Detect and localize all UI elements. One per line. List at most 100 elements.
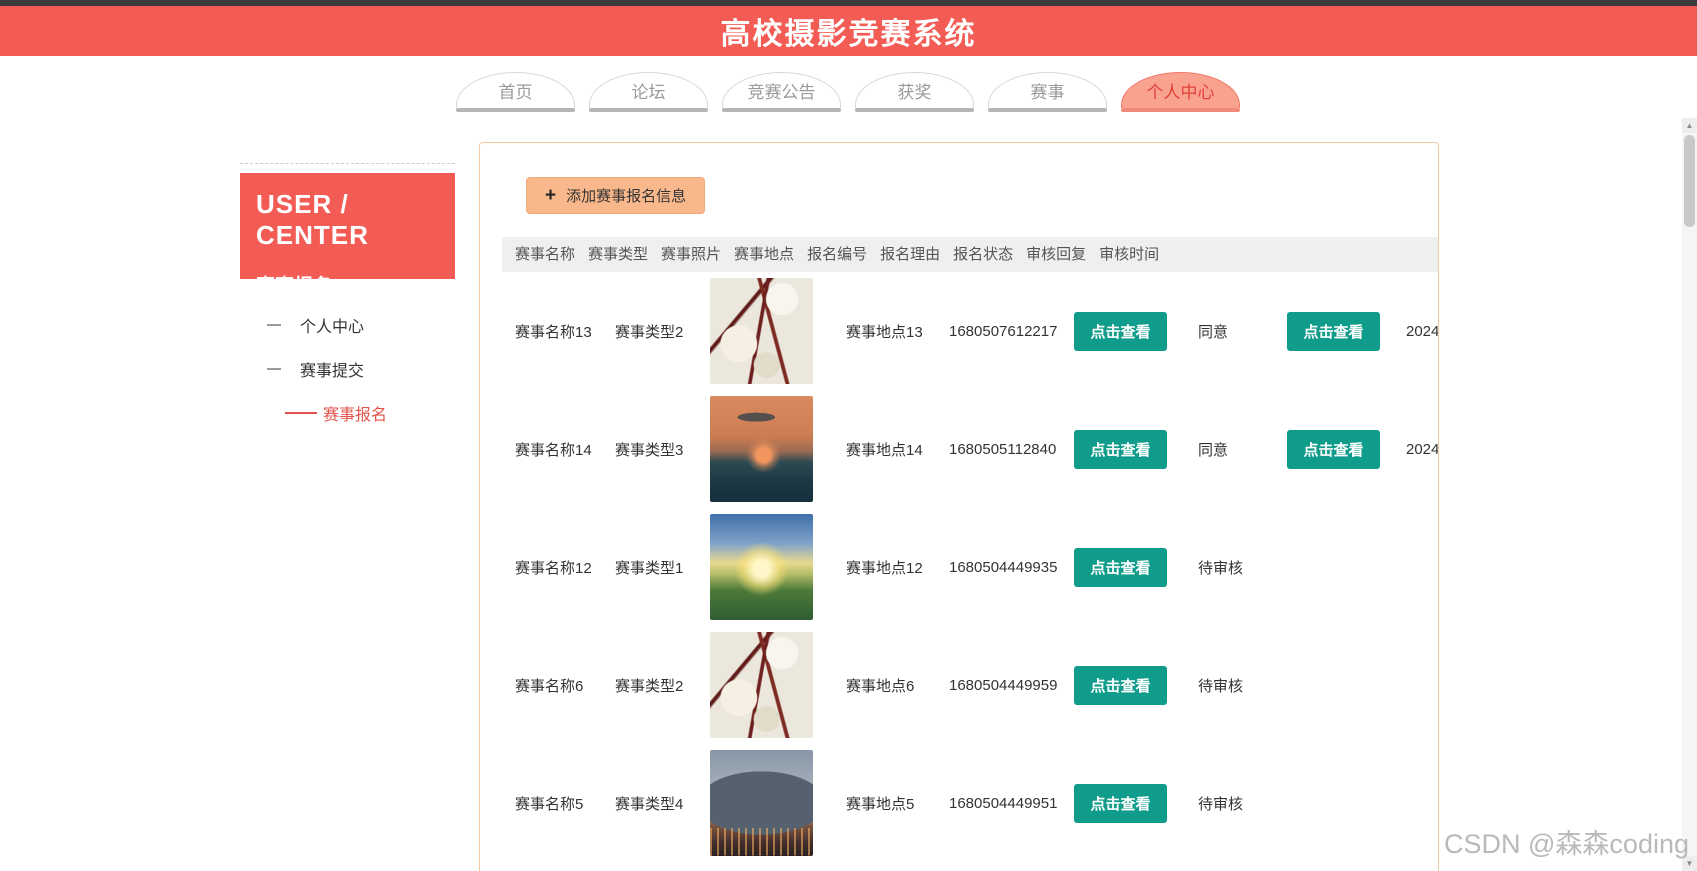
cell-event-type: 赛事类型2 (615, 323, 684, 341)
cell-event-type: 赛事类型3 (615, 441, 684, 459)
user-center-banner: USER / CENTER 赛事报名 (240, 173, 455, 297)
cell-status: 待审核 (1198, 559, 1244, 577)
table-header-cell: 赛事名称 (515, 246, 576, 263)
view-reason-button[interactable]: 点击查看 (1074, 783, 1167, 823)
cell-status: 待审核 (1198, 795, 1244, 813)
cell-reg-number: 1680504449935 (949, 558, 1058, 576)
cell-reply (1274, 546, 1393, 589)
nav-tab[interactable]: 首页 (456, 72, 575, 112)
table-header-cell: 赛事类型 (588, 246, 649, 263)
cell-event-name: 赛事名称13 (515, 323, 592, 341)
cell-event-place: 赛事地点6 (846, 677, 915, 695)
cell-reply (1274, 782, 1393, 825)
nav-tab-underline (855, 108, 974, 112)
dash-icon (267, 368, 281, 370)
event-photo[interactable] (710, 632, 813, 738)
view-reason-button[interactable]: 点击查看 (1074, 429, 1167, 469)
cell-reply: 点击查看 (1274, 311, 1393, 351)
table-header-cell: 审核回复 (1026, 246, 1087, 263)
nav-tab-label[interactable]: 论坛 (589, 72, 708, 108)
event-photo[interactable] (710, 278, 813, 384)
main-nav: 首页 论坛 竞赛公告 获奖 赛事 个人中心 (456, 72, 1240, 112)
view-reply-button[interactable]: 点击查看 (1287, 311, 1380, 351)
nav-tab-label[interactable]: 竞赛公告 (722, 72, 841, 108)
user-center-title: USER / CENTER (256, 189, 369, 250)
cell-event-type: 赛事类型2 (615, 677, 684, 695)
watermark: CSDN @森森coding (1444, 829, 1689, 859)
sidebar-menu: 个人中心 赛事提交 赛事报名 (240, 303, 455, 435)
cell-reg-number: 1680507612217 (949, 322, 1058, 340)
nav-tab[interactable]: 获奖 (855, 72, 974, 112)
table-row: 赛事名称6 赛事类型2 赛事地点6 1680504449959 点击查看 待审核 (502, 626, 1438, 744)
cell-event-type: 赛事类型1 (615, 559, 684, 577)
table-header-cell: 审核时间 (1099, 246, 1160, 263)
scroll-up-icon[interactable]: ▲ (1682, 118, 1697, 133)
nav-tab[interactable]: 赛事 (988, 72, 1107, 112)
sidebar-menu-label: 赛事报名 (323, 407, 388, 424)
cell-status: 待审核 (1198, 677, 1244, 695)
add-registration-button[interactable]: + 添加赛事报名信息 (526, 177, 706, 214)
nav-tab[interactable]: 个人中心 (1121, 72, 1240, 112)
cell-status: 同意 (1198, 441, 1229, 459)
nav-tab[interactable]: 竞赛公告 (722, 72, 841, 112)
nav-tab-label[interactable]: 赛事 (988, 72, 1107, 108)
cell-event-place: 赛事地点5 (846, 795, 915, 813)
cell-review-time: 2024-0 (1406, 322, 1439, 340)
cell-status: 同意 (1198, 323, 1229, 341)
cell-event-place: 赛事地点13 (846, 323, 923, 341)
cell-reg-number: 1680504449951 (949, 794, 1058, 812)
page-scrollbar[interactable]: ▲ ▼ (1682, 118, 1697, 871)
nav-tab-underline (589, 108, 708, 112)
sidebar-menu-item[interactable]: 赛事提交 (240, 347, 455, 391)
view-reason-button[interactable]: 点击查看 (1074, 547, 1167, 587)
cell-reason: 点击查看 (1061, 665, 1185, 705)
nav-tab[interactable]: 论坛 (589, 72, 708, 112)
cell-reply: 点击查看 (1274, 429, 1393, 469)
table-header-row: 赛事名称 赛事类型 赛事照片 赛事地点 报名编号 报名理由 报名状态 审核回复 审核时间 (502, 237, 1438, 272)
cell-reason: 点击查看 (1061, 429, 1185, 469)
cell-reason: 点击查看 (1061, 783, 1185, 823)
cell-reg-number: 1680505112840 (949, 440, 1057, 458)
scrollbar-thumb[interactable] (1684, 135, 1695, 227)
nav-tab-underline (722, 108, 841, 112)
table-row: 赛事名称12 赛事类型1 赛事地点12 1680504449935 点击查看 待… (502, 508, 1438, 626)
nav-tab-underline (456, 108, 575, 112)
table-header-cell: 报名状态 (953, 246, 1014, 263)
app-header: 高校摄影竞赛系统 (0, 6, 1697, 56)
view-reply-button[interactable]: 点击查看 (1287, 429, 1380, 469)
nav-tab-underline (988, 108, 1107, 112)
dash-icon (285, 412, 317, 414)
dash-icon (267, 324, 281, 326)
nav-tab-label[interactable]: 首页 (456, 72, 575, 108)
table-body: 赛事名称13 赛事类型2 赛事地点13 1680507612217 点击查看 同… (502, 272, 1439, 862)
cell-reg-number: 1680504449959 (949, 676, 1058, 694)
cell-event-photo (702, 278, 833, 384)
sidebar-menu-item[interactable]: 个人中心 (240, 303, 455, 347)
event-photo[interactable] (710, 396, 813, 502)
table-header-cell: 报名理由 (880, 246, 941, 263)
cell-event-name: 赛事名称5 (515, 795, 584, 813)
cell-event-type: 赛事类型4 (615, 795, 684, 813)
plus-icon: + (545, 185, 557, 206)
nav-tab-label[interactable]: 个人中心 (1121, 72, 1240, 108)
table-row: 赛事名称14 赛事类型3 赛事地点14 1680505112840 点击查看 同… (502, 390, 1438, 508)
cell-event-name: 赛事名称6 (515, 677, 584, 695)
table-header-cell: 报名编号 (807, 246, 868, 263)
view-reason-button[interactable]: 点击查看 (1074, 311, 1167, 351)
event-photo[interactable] (710, 514, 813, 620)
sidebar-menu-label: 赛事提交 (300, 363, 365, 380)
cell-event-photo (702, 514, 833, 620)
cell-event-photo (702, 396, 833, 502)
table-header-cell: 赛事照片 (661, 246, 722, 263)
registration-table: 赛事名称 赛事类型 赛事照片 赛事地点 报名编号 报名理由 报名状态 审核回复 审核时间 赛事名… (502, 237, 1439, 862)
event-photo[interactable] (710, 750, 813, 856)
app-title: 高校摄影竞赛系统 (720, 18, 977, 51)
cell-reason: 点击查看 (1061, 547, 1185, 587)
add-registration-label: 添加赛事报名信息 (566, 188, 687, 205)
cell-event-place: 赛事地点12 (846, 559, 923, 577)
sidebar-menu-item[interactable]: 赛事报名 (240, 391, 455, 435)
view-reason-button[interactable]: 点击查看 (1074, 665, 1167, 705)
nav-tab-label[interactable]: 获奖 (855, 72, 974, 108)
table-row: 赛事名称13 赛事类型2 赛事地点13 1680507612217 点击查看 同… (502, 272, 1439, 390)
cell-event-name: 赛事名称12 (515, 559, 592, 577)
